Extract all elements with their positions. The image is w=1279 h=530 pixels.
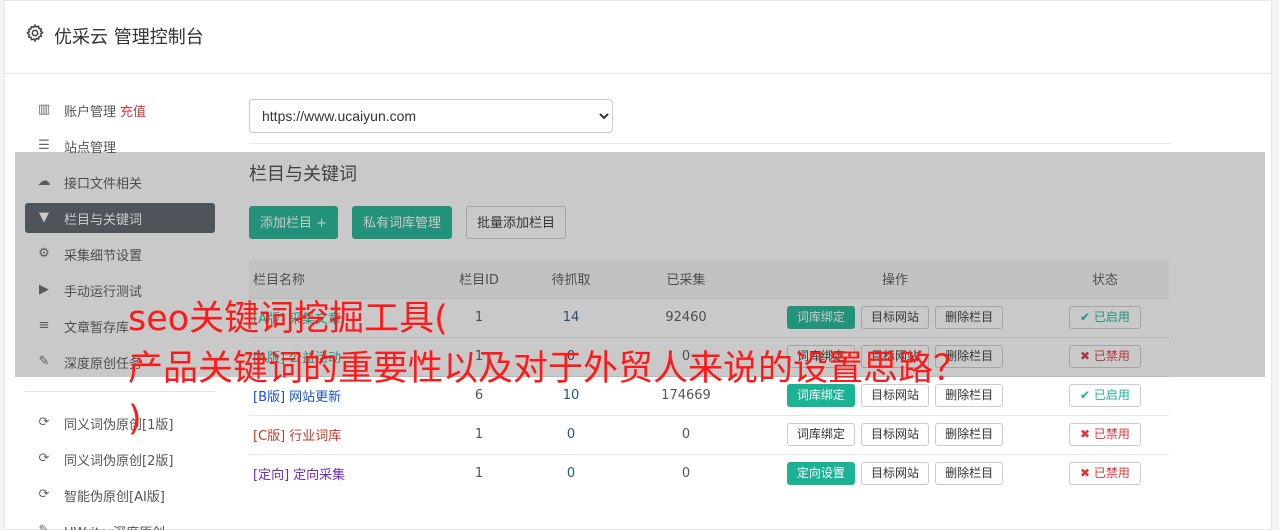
status-label: 已禁用 xyxy=(1093,466,1130,481)
status-toggle[interactable]: ✔ 已启用 xyxy=(1069,384,1141,407)
collected-cell: 0 xyxy=(623,453,749,493)
recharge-link[interactable]: 充值 xyxy=(120,105,146,120)
sidebar-item-text: 账户管理 xyxy=(64,105,117,120)
sidebar-item-label: 智能伪原创[AI版] xyxy=(64,486,165,505)
delete-column-button[interactable]: 删除栏目 xyxy=(935,462,1004,486)
cross-icon: ✖ xyxy=(1080,427,1094,441)
dictionary-bind-button[interactable]: 定向设置 xyxy=(786,462,855,486)
sidebar-item-text: UWriter深度原创 xyxy=(64,526,165,530)
status-label: 已启用 xyxy=(1093,388,1130,402)
status-toggle[interactable]: ✖ 已禁用 xyxy=(1069,423,1141,446)
column-version-tag: [定向] xyxy=(253,468,290,484)
page-title: 优采云 管理控制台 xyxy=(54,27,204,48)
check-icon: ✔ xyxy=(1080,388,1094,402)
cross-icon: ✖ xyxy=(1080,466,1094,481)
table-row: [定向] 定向采集 1 0 0 定向设置 目标网站 删除栏目 ✖ 已禁用 xyxy=(249,453,1169,493)
status-cell: ✖ 已禁用 xyxy=(1041,414,1169,454)
sidebar-item[interactable]: ⟳ 同义词伪原创[2版] xyxy=(25,444,215,474)
pending-cell[interactable]: 0 xyxy=(519,453,623,493)
edit-icon: ✎ xyxy=(36,523,52,530)
column-name-cell: [定向] 定向采集 xyxy=(249,453,439,493)
sidebar-item-text: 智能伪原创[AI版] xyxy=(64,490,165,505)
status-cell: ✖ 已禁用 xyxy=(1041,453,1169,493)
refresh-icon: ⟳ xyxy=(38,451,50,466)
column-name-link[interactable]: 定向采集 xyxy=(293,468,345,483)
sidebar-item-label: UWriter深度原创 xyxy=(64,522,165,530)
bar-chart-icon: ▥ xyxy=(37,102,51,117)
overlay-title-line-2: 产品关键词的重要性以及对于外贸人来说的设置思路？ xyxy=(128,349,969,389)
divider xyxy=(249,143,1171,144)
gear-icon xyxy=(26,23,44,43)
overlay-title-line-3: ) xyxy=(128,399,142,439)
status-label: 已禁用 xyxy=(1093,427,1130,441)
header: 优采云 管理控制台 xyxy=(5,1,1271,74)
sidebar-item-text: 同义词伪原创[2版] xyxy=(64,454,174,469)
sidebar-item-label: 账户管理 充值 xyxy=(64,101,146,120)
sidebar-item[interactable]: ✎ UWriter深度原创 xyxy=(25,516,215,530)
overlay-title: seo关键词挖掘工具( 产品关键词的重要性以及对于外贸人来说的设置思路？ ) xyxy=(128,294,968,444)
sidebar-item[interactable]: ▥ 账户管理 充值 xyxy=(25,95,215,125)
sidebar-item[interactable]: ⟳ 智能伪原创[AI版] xyxy=(25,480,215,510)
column-id-cell: 1 xyxy=(439,453,519,493)
status-toggle[interactable]: ✖ 已禁用 xyxy=(1069,462,1141,486)
refresh-icon: ⟳ xyxy=(38,415,50,430)
actions-cell: 定向设置 目标网站 删除栏目 xyxy=(749,453,1041,493)
site-select[interactable]: https://www.ucaiyun.com xyxy=(249,99,613,133)
target-site-button[interactable]: 目标网站 xyxy=(860,462,929,486)
refresh-icon: ⟳ xyxy=(38,487,50,502)
status-cell: ✔ 已启用 xyxy=(1041,375,1169,415)
sidebar-item-label: 同义词伪原创[2版] xyxy=(64,450,173,469)
overlay-title-line-1: seo关键词挖掘工具( xyxy=(128,299,448,339)
